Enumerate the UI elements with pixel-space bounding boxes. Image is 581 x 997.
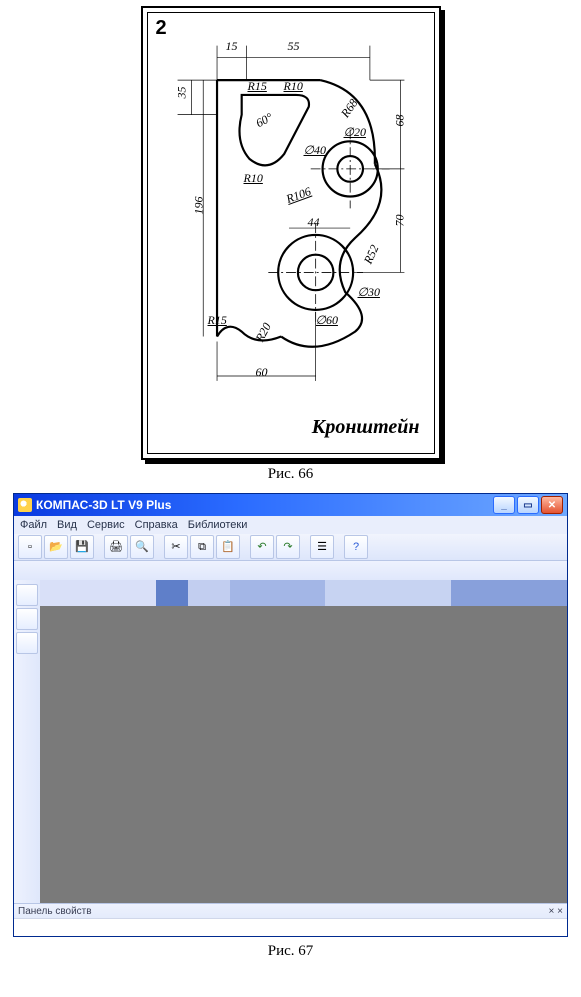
preview-icon: 🔍 <box>135 542 149 553</box>
window-title: КОМПАС-3D LT V9 Plus <box>36 498 493 512</box>
print-button[interactable]: 🖨 <box>104 535 128 559</box>
sidebar-button-3[interactable] <box>16 632 38 654</box>
undo-icon: ↶ <box>257 542 266 553</box>
properties-panel: Панель свойств × × <box>14 903 567 936</box>
preview-button[interactable]: 🔍 <box>130 535 154 559</box>
canvas-header-strip <box>40 580 567 606</box>
open-icon: 📂 <box>49 542 63 553</box>
dim-dia20: ∅20 <box>344 125 366 140</box>
kompas-window: КОМПАС-3D LT V9 Plus _ ▭ ✕ Файл Вид Серв… <box>13 493 568 937</box>
redo-button[interactable]: ↷ <box>276 535 300 559</box>
minimize-button[interactable]: _ <box>493 496 515 514</box>
paste-icon: 📋 <box>221 542 235 553</box>
dim-r15-bot: R15 <box>208 313 227 328</box>
dim-68: 68 <box>392 115 407 127</box>
dim-15: 15 <box>226 39 238 54</box>
dim-r15-top: R15 <box>248 79 267 94</box>
help-icon: ? <box>353 542 359 553</box>
copy-button[interactable]: ⧉ <box>190 535 214 559</box>
menu-service[interactable]: Сервис <box>87 519 125 531</box>
properties-panel-pin[interactable]: × × <box>549 906 563 917</box>
drawing-inner-frame: 2 <box>147 12 435 454</box>
save-button[interactable]: 💾 <box>70 535 94 559</box>
dim-35: 35 <box>174 87 189 99</box>
menu-help[interactable]: Справка <box>135 519 178 531</box>
dim-60: 60 <box>256 365 268 380</box>
figure-67-caption: Рис. 67 <box>268 943 314 960</box>
copy-icon: ⧉ <box>198 542 206 553</box>
dim-dia40: ∅40 <box>304 143 326 158</box>
dim-44: 44 <box>308 215 320 230</box>
window-buttons: _ ▭ ✕ <box>493 496 563 514</box>
new-button[interactable]: ▫ <box>18 535 42 559</box>
dim-dia30: ∅30 <box>358 285 380 300</box>
help-button[interactable]: ? <box>344 535 368 559</box>
standard-toolbar: ▫ 📂 💾 🖨 🔍 ✂ ⧉ 📋 ↶ ↷ ☰ ? <box>14 534 567 561</box>
strip-seg <box>325 580 451 606</box>
properties-panel-title: Панель свойств <box>18 906 92 917</box>
properties-button[interactable]: ☰ <box>310 535 334 559</box>
title-bar[interactable]: КОМПАС-3D LT V9 Plus _ ▭ ✕ <box>14 494 567 516</box>
print-icon: 🖨 <box>109 542 123 553</box>
strip-seg <box>188 580 230 606</box>
cut-icon: ✂ <box>171 542 180 553</box>
compact-panel <box>14 580 41 904</box>
menu-libs[interactable]: Библиотеки <box>188 519 248 531</box>
paste-button[interactable]: 📋 <box>216 535 240 559</box>
figure-66: 2 <box>0 0 581 493</box>
cut-button[interactable]: ✂ <box>164 535 188 559</box>
secondary-toolbar <box>14 561 567 582</box>
drawing-canvas[interactable] <box>40 606 567 904</box>
save-icon: 💾 <box>75 542 89 553</box>
app-icon <box>18 498 32 512</box>
strip-seg <box>230 580 325 606</box>
drawing-frame: 2 <box>141 6 441 460</box>
sidebar-button-2[interactable] <box>16 608 38 630</box>
new-icon: ▫ <box>28 542 32 553</box>
figure-66-caption: Рис. 66 <box>268 466 314 483</box>
redo-icon: ↷ <box>283 542 292 553</box>
dim-r10-top: R10 <box>284 79 303 94</box>
sidebar-button-1[interactable] <box>16 584 38 606</box>
figure-67: КОМПАС-3D LT V9 Plus _ ▭ ✕ Файл Вид Серв… <box>0 493 581 970</box>
properties-icon: ☰ <box>317 542 327 553</box>
maximize-button[interactable]: ▭ <box>517 496 539 514</box>
dim-55: 55 <box>288 39 300 54</box>
menu-bar: Файл Вид Сервис Справка Библиотеки <box>14 516 567 534</box>
open-button[interactable]: 📂 <box>44 535 68 559</box>
dim-r10-mid: R10 <box>244 171 263 186</box>
menu-view[interactable]: Вид <box>57 519 77 531</box>
undo-button[interactable]: ↶ <box>250 535 274 559</box>
part-name: Кронштейн <box>312 416 420 439</box>
properties-panel-body[interactable] <box>14 918 567 936</box>
dim-70: 70 <box>392 215 407 227</box>
strip-seg <box>156 580 188 606</box>
strip-seg <box>451 580 567 606</box>
dim-196: 196 <box>191 197 206 215</box>
close-button[interactable]: ✕ <box>541 496 563 514</box>
strip-seg <box>40 580 156 606</box>
menu-file[interactable]: Файл <box>20 519 47 531</box>
dim-dia60: ∅60 <box>316 313 338 328</box>
